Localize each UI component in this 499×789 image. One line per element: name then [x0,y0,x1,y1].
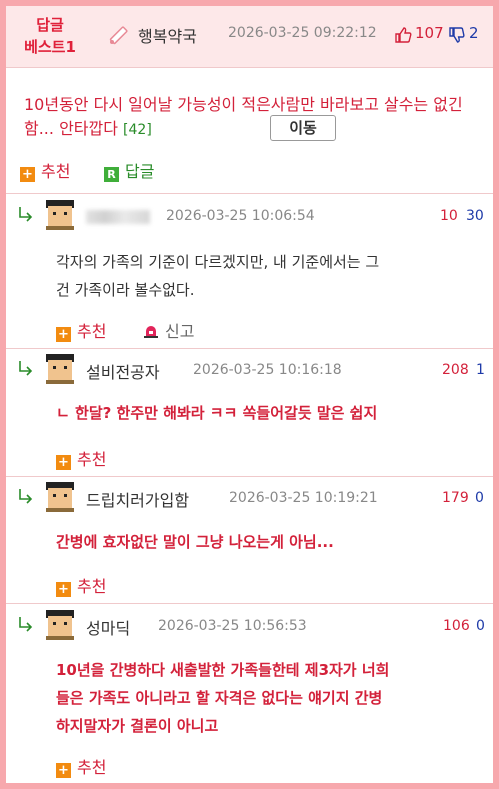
comment-text: 10년을 간병하다 새출발한 가족들한테 제3자가 너희 들은 가족도 아니라고… [56,656,488,740]
comment-text: ㄴ 한달? 한주만 해봐라 ㅋㅋ 쏙들어갈듯 말은 쉽지 [56,399,488,427]
best-badge: 답글 베스트1 [16,14,84,58]
comment-author[interactable]: 성마딕 [86,615,130,639]
siren-icon [144,326,158,338]
recommend-label: 추천 [77,450,107,469]
best-badge-line2: 베스트1 [24,38,76,56]
avatar [46,610,74,640]
comment-downvotes: 30 [466,208,484,224]
plus-icon: + [56,763,71,778]
recommend-label: 추천 [77,577,107,596]
best-reply-header: 답글 베스트1 행복약국 2026-03-25 09:22:12 107 2 [6,6,493,68]
divider [6,603,493,604]
divider [6,476,493,477]
comment-text: 각자의 가족의 기준이 다르겠지만, 내 기준에서는 그 건 가족이라 볼수없다… [56,248,486,304]
reply-arrow-icon [19,489,33,504]
reply-label: 답글 [125,162,155,181]
recommend-label: 추천 [77,758,107,777]
comment-upvotes: 179 [442,490,469,506]
comment-downvotes: 0 [475,490,484,506]
post-author[interactable]: 행복약국 [138,23,197,47]
comment-author[interactable]: 설비전공자 [86,359,160,383]
recommend-label: 추천 [77,322,107,341]
blurred-author [86,210,150,224]
comment-text-line: 하지말자가 결론이 아니고 [56,717,219,735]
reply-button[interactable]: R 답글 [104,158,154,182]
plus-icon: + [56,455,71,470]
comment-text-line: 들은 가족도 아니라고 할 자격은 없다는 얘기지 간병 [56,689,383,707]
reply-count: [42] [123,122,152,138]
scrollbar[interactable] [6,783,493,789]
comment-upvotes: 208 [442,362,469,378]
comment-timestamp: 2026-03-25 10:19:21 [229,490,378,506]
plus-icon: + [56,327,71,342]
post-downvotes: 2 [469,24,479,42]
post-timestamp: 2026-03-25 09:22:12 [228,25,377,41]
reply-arrow-icon [19,617,33,632]
report-label: 신고 [165,322,195,341]
reply-r-icon: R [104,167,119,182]
recommend-button[interactable]: + 추천 [56,754,106,778]
avatar [46,354,74,384]
report-button[interactable]: 신고 [143,318,194,342]
thumbs-down-icon[interactable] [449,26,465,44]
recommend-button[interactable]: + 추천 [56,446,106,470]
reply-arrow-icon [19,207,33,222]
comment-downvotes: 0 [476,618,485,634]
comment-text-line: 각자의 가족의 기준이 다르겠지만, 내 기준에서는 그 [56,253,380,271]
post-body: 10년동안 다시 일어날 가능성이 적은사람만 바라보고 살수는 없긴함... … [24,93,484,142]
divider [6,193,493,194]
comment-timestamp: 2026-03-25 10:06:54 [166,208,315,224]
comment-text-line: 간병에 효자없단 말이 그냥 나오는게 아님... [56,533,334,551]
comment-text-line: 10년을 간병하다 새출발한 가족들한테 제3자가 너희 [56,661,390,679]
comment-text-line: 건 가족이라 볼수없다. [56,281,195,299]
pencil-icon [109,26,128,45]
best-reply-panel: 답글 베스트1 행복약국 2026-03-25 09:22:12 107 2 1… [6,6,493,783]
best-badge-line1: 답글 [36,16,64,34]
recommend-button[interactable]: + 추천 [20,158,70,182]
comment-upvotes: 10 [440,208,458,224]
comment-downvotes: 1 [476,362,485,378]
plus-icon: + [56,582,71,597]
comment-author[interactable]: 드립치러가입함 [86,487,189,511]
comment-text: 간병에 효자없단 말이 그냥 나오는게 아님... [56,528,488,556]
post-upvotes: 107 [415,24,444,42]
post-text: 10년동안 다시 일어날 가능성이 적은사람만 바라보고 살수는 없긴함... … [24,95,463,138]
plus-icon: + [20,167,35,182]
comment-timestamp: 2026-03-25 10:56:53 [158,618,307,634]
avatar [46,200,74,230]
comment-timestamp: 2026-03-25 10:16:18 [193,362,342,378]
comment-text-line: ㄴ 한달? 한주만 해봐라 ㅋㅋ 쏙들어갈듯 말은 쉽지 [56,404,378,422]
divider [6,348,493,349]
move-button[interactable]: 이동 [270,115,336,141]
recommend-label: 추천 [41,162,71,181]
thumbs-up-icon[interactable] [394,26,412,44]
avatar [46,482,74,512]
recommend-button[interactable]: + 추천 [56,573,106,597]
reply-arrow-icon [19,361,33,376]
comment-upvotes: 106 [443,618,470,634]
recommend-button[interactable]: + 추천 [56,318,106,342]
